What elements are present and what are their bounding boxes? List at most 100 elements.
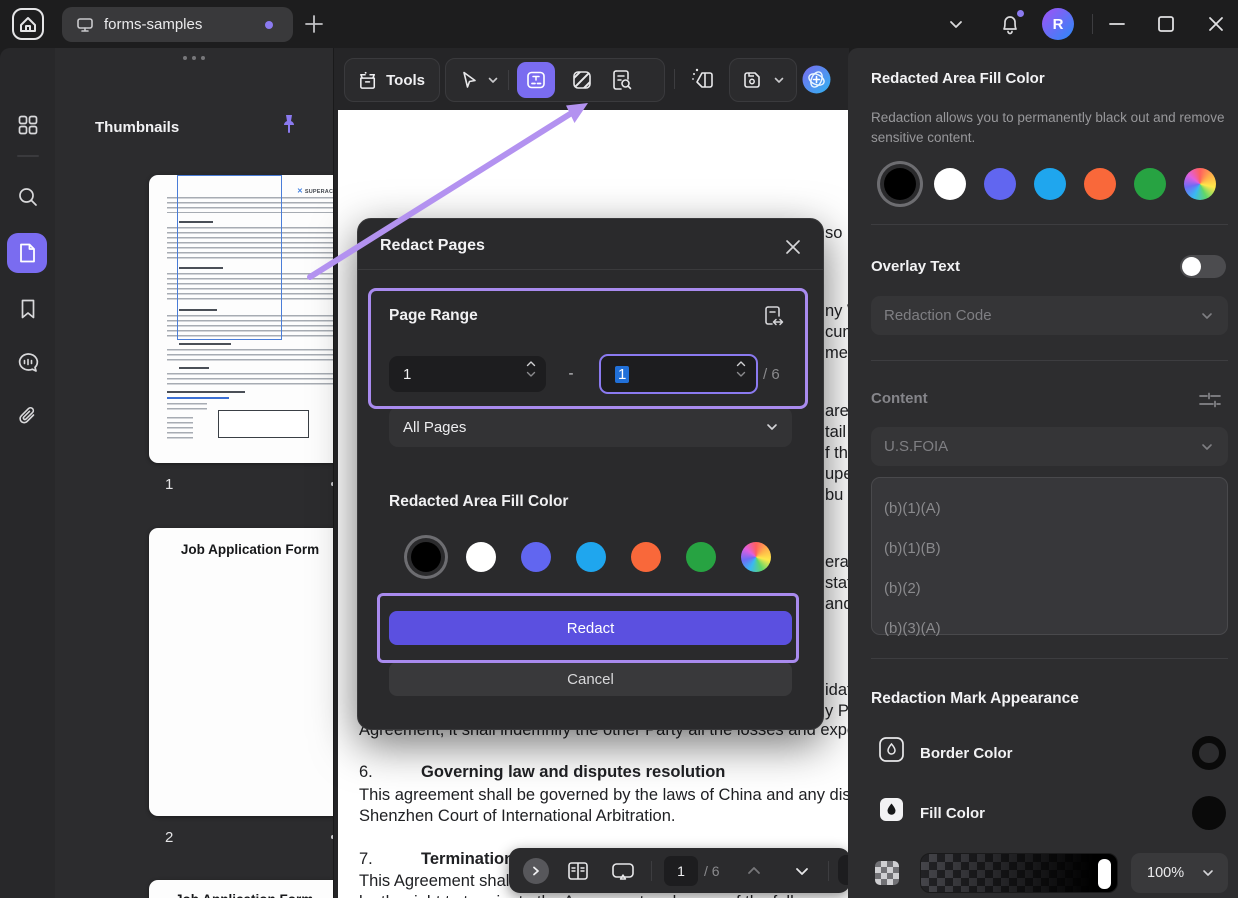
redact-pages-button[interactable] [517, 62, 555, 98]
dialog-close-button[interactable] [779, 233, 807, 261]
collapse-toolbar-button[interactable] [946, 0, 966, 48]
grid-view-button[interactable] [15, 112, 41, 138]
redaction-marks-button[interactable] [569, 67, 595, 93]
next-page-button[interactable] [792, 861, 812, 881]
presentation-button[interactable] [609, 858, 637, 884]
comments-button[interactable] [15, 350, 41, 376]
titlebar-separator [1092, 0, 1093, 48]
color-swatch-blue[interactable] [576, 542, 606, 572]
panel-description: Redaction allows you to permanently blac… [871, 108, 1229, 149]
cancel-button[interactable]: Cancel [389, 662, 792, 696]
page-total: / 6 [704, 863, 720, 879]
chevron-down-icon [764, 419, 780, 435]
code-item[interactable]: (b)(3)(A) [884, 608, 1227, 648]
search-redact-button[interactable] [609, 67, 635, 93]
border-color-picker[interactable] [1192, 736, 1226, 770]
redaction-code-select[interactable]: Redaction Code [871, 296, 1228, 335]
panel-drag-handle[interactable] [183, 56, 205, 60]
save-button[interactable] [740, 68, 764, 92]
doc-text-fragment: y Pa [825, 702, 849, 721]
chevron-down-icon [1199, 439, 1215, 455]
avatar: R [1042, 8, 1074, 40]
fill-color-picker[interactable] [1192, 796, 1226, 830]
code-item[interactable]: (b)(2) [884, 568, 1227, 608]
thumbnails-panel-button[interactable] [7, 233, 47, 273]
pdf-editor-window: forms-samples R [0, 0, 1238, 898]
content-select[interactable]: U.S.FOIA [871, 427, 1228, 466]
thumbnail-page-2[interactable]: Job Application Form [149, 528, 351, 816]
close-button[interactable] [1206, 0, 1226, 48]
attachments-button[interactable] [15, 404, 41, 430]
page-count-label: / 6 [763, 366, 780, 383]
page-layout-button[interactable] [565, 858, 591, 884]
range-separator: - [564, 365, 578, 382]
document-tab[interactable]: forms-samples [62, 7, 293, 42]
tools-button[interactable]: Tools [344, 58, 440, 102]
color-swatch-blue[interactable] [1034, 168, 1066, 200]
page-number: 1 [165, 476, 173, 493]
new-tab-button[interactable] [303, 13, 325, 35]
opacity-slider[interactable] [920, 853, 1118, 893]
color-swatch-black[interactable] [411, 542, 441, 572]
expand-pager-button[interactable] [523, 858, 549, 884]
color-swatch-green[interactable] [686, 542, 716, 572]
redact-button[interactable]: Redact [389, 611, 792, 645]
home-button[interactable] [10, 6, 46, 42]
pin-panel-button[interactable] [277, 112, 301, 136]
tools-label: Tools [386, 72, 425, 89]
color-swatch-purple[interactable] [984, 168, 1016, 200]
presentation-icon [609, 858, 637, 884]
page-range-options-button[interactable] [760, 303, 788, 331]
cleanup-button[interactable] [689, 65, 717, 93]
spinner-down-icon[interactable] [525, 370, 537, 378]
unsaved-dot [265, 21, 273, 29]
minimize-button[interactable] [1106, 0, 1128, 48]
search-button[interactable] [15, 184, 41, 210]
doc-line: This Agreement shal [359, 872, 509, 891]
page-from-input[interactable]: 1 [389, 356, 546, 392]
spinner-down-icon[interactable] [735, 370, 747, 378]
bookmarks-button[interactable] [15, 296, 41, 322]
select-tool-dropdown[interactable] [486, 73, 500, 87]
doc-text-fragment: tail [825, 423, 846, 442]
doc-text-fragment: ny W [825, 302, 849, 321]
page-icon [15, 241, 39, 265]
color-swatch-custom[interactable] [1184, 168, 1216, 200]
notifications-button[interactable] [998, 0, 1022, 48]
ai-assistant-button[interactable] [801, 64, 832, 95]
panel-swatch-row [884, 168, 1216, 200]
code-item[interactable]: (b)(1)(B) [884, 528, 1227, 568]
color-swatch-purple[interactable] [521, 542, 551, 572]
color-swatch-white[interactable] [466, 542, 496, 572]
opacity-select[interactable]: 100% [1131, 853, 1228, 893]
page-to-input[interactable]: 1 [599, 354, 758, 394]
color-swatch-black[interactable] [884, 168, 916, 200]
color-swatch-white[interactable] [934, 168, 966, 200]
page-scope-select[interactable]: All Pages [389, 407, 792, 447]
spinner-up-icon[interactable] [525, 360, 537, 368]
cursor-icon [458, 69, 480, 91]
doc-section-title: Governing law and disputes resolution [421, 763, 725, 782]
tab-label: forms-samples [104, 16, 202, 33]
overlay-text-toggle[interactable] [1180, 255, 1226, 278]
thumbnail-page-3[interactable]: Job Application Form Please fill in your… [149, 880, 351, 898]
spinner-up-icon[interactable] [735, 360, 747, 368]
color-swatch-orange[interactable] [631, 542, 661, 572]
save-dropdown[interactable] [772, 73, 786, 87]
chevron-down-icon [792, 861, 812, 881]
previous-page-button[interactable] [744, 861, 764, 881]
doc-text-fragment: idat [825, 681, 849, 700]
chevron-right-icon [529, 864, 543, 878]
thumbnail-page-1[interactable]: ✕ SUPERACE [149, 175, 351, 463]
opacity-slider-knob[interactable] [1098, 859, 1111, 889]
color-swatch-orange[interactable] [1084, 168, 1116, 200]
page-number-input[interactable]: 1 [664, 856, 698, 886]
code-item[interactable]: (b)(1)(A) [884, 488, 1227, 528]
maximize-button[interactable] [1156, 0, 1176, 48]
account-button[interactable]: R [1042, 0, 1074, 48]
color-swatch-custom[interactable] [741, 542, 771, 572]
select-tool-button[interactable] [458, 69, 480, 91]
redaction-codes-list[interactable]: (b)(1)(A) (b)(1)(B) (b)(2) (b)(3)(A) [871, 477, 1228, 635]
color-swatch-green[interactable] [1134, 168, 1166, 200]
content-filter-button[interactable] [1196, 386, 1224, 414]
